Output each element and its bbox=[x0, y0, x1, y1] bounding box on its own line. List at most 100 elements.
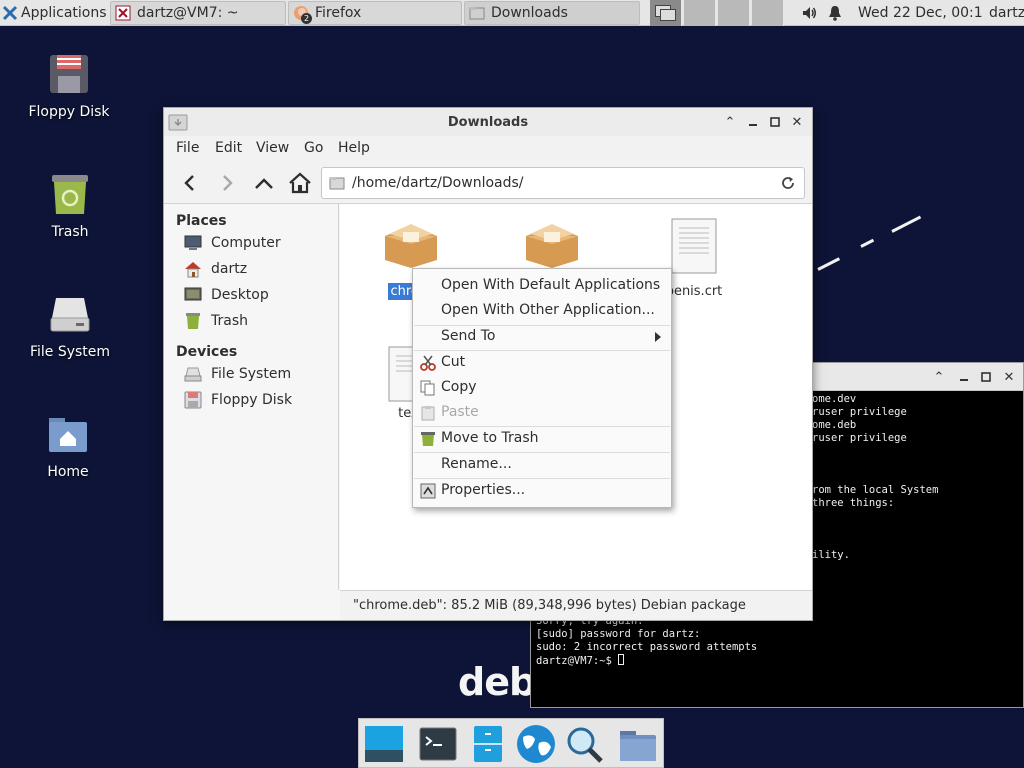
desktop-icon-floppy-disk[interactable]: Floppy Disk bbox=[19, 52, 119, 120]
web-browser-icon[interactable] bbox=[515, 723, 557, 765]
close-button[interactable]: ✕ bbox=[789, 114, 805, 130]
folder-icon[interactable] bbox=[617, 723, 659, 765]
maximize-button[interactable] bbox=[767, 114, 783, 130]
package-icon bbox=[520, 218, 584, 268]
package-icon bbox=[379, 218, 443, 268]
workspace-3[interactable] bbox=[718, 0, 750, 26]
menu-edit[interactable]: Edit bbox=[215, 140, 242, 156]
menu-view[interactable]: View bbox=[256, 140, 289, 156]
wallpaper-dash bbox=[891, 215, 922, 233]
minimize-button[interactable] bbox=[745, 114, 761, 130]
toolbar: /home/dartz/Downloads/ bbox=[164, 162, 812, 204]
volume-icon[interactable] bbox=[800, 1, 818, 25]
folder-icon bbox=[329, 175, 345, 191]
task-title: dartz@VM7: ~ bbox=[137, 5, 239, 21]
sidebar-item-dartz[interactable]: dartz bbox=[184, 258, 247, 280]
menu-item-label: Rename... bbox=[441, 456, 512, 472]
menu-item-label: Open With Default Applications bbox=[441, 277, 661, 293]
window-titlebar[interactable]: Downloads ⌃ ✕ bbox=[164, 108, 812, 136]
sidebar-item-desktop[interactable]: Desktop bbox=[184, 284, 269, 306]
menu-item-label: Properties... bbox=[441, 482, 526, 498]
workspace-4[interactable] bbox=[752, 0, 784, 26]
shade-button[interactable]: ⌃ bbox=[722, 114, 738, 130]
floppy-disk-icon bbox=[184, 391, 202, 409]
trash-icon bbox=[420, 431, 436, 447]
terminal-close-button[interactable]: ✕ bbox=[1001, 369, 1017, 385]
workspace-2[interactable] bbox=[684, 0, 716, 26]
sidebar-item-label: Trash bbox=[211, 313, 248, 329]
terminal-prompt-line[interactable]: dartz@VM7:~$ bbox=[536, 654, 625, 667]
terminal-line: three things: bbox=[812, 497, 895, 509]
menu-go[interactable]: Go bbox=[304, 140, 323, 156]
terminal-maximize-button[interactable] bbox=[978, 369, 994, 385]
file-label: benis.crt bbox=[665, 284, 723, 299]
terminal-cursor bbox=[618, 654, 625, 665]
terminal-prompt: dartz@VM7:~$ bbox=[536, 655, 619, 667]
sidebar-item-trash[interactable]: Trash bbox=[184, 310, 248, 332]
task-downloads[interactable]: Downloads bbox=[464, 1, 640, 25]
menu-item-open-default[interactable]: Open With Default Applications bbox=[414, 274, 670, 298]
location-bar[interactable]: /home/dartz/Downloads/ bbox=[321, 167, 805, 199]
task-terminal[interactable]: dartz@VM7: ~ bbox=[110, 1, 286, 25]
reload-icon[interactable] bbox=[780, 175, 796, 191]
applications-menu-button[interactable]: Applications bbox=[2, 1, 106, 25]
sidebar-item-label: Desktop bbox=[211, 287, 269, 303]
desktop-icon-home[interactable]: Home bbox=[18, 412, 118, 480]
menu-item-open-other[interactable]: Open With Other Application... bbox=[414, 299, 670, 323]
places-heading: Places bbox=[176, 213, 227, 229]
sidebar-item-label: Floppy Disk bbox=[211, 392, 293, 408]
back-button[interactable] bbox=[176, 169, 204, 197]
desktop-icon-label: Floppy Disk bbox=[28, 104, 110, 120]
desktop-icon-trash[interactable]: Trash bbox=[20, 172, 120, 240]
terminal-line: sudo: 2 incorrect password attempts bbox=[536, 641, 758, 653]
workspace-1[interactable] bbox=[650, 0, 682, 26]
menu-item-send-to[interactable]: Send To bbox=[414, 325, 670, 349]
scissors-icon bbox=[420, 355, 436, 371]
terminal-shade-button[interactable]: ⌃ bbox=[931, 369, 947, 385]
parent-folder-button[interactable] bbox=[250, 169, 278, 197]
show-desktop-icon[interactable] bbox=[363, 723, 405, 765]
clock[interactable]: Wed 22 Dec, 00:18 bbox=[858, 1, 982, 25]
terminal-minimize-button[interactable] bbox=[956, 369, 972, 385]
floppy-disk-icon bbox=[47, 52, 91, 96]
file-manager-icon[interactable] bbox=[467, 723, 509, 765]
user-menu[interactable]: dartz bbox=[989, 1, 1024, 25]
sidebar-item-label: File System bbox=[211, 366, 292, 382]
menu-item-label: Copy bbox=[441, 379, 477, 395]
firefox-icon: 2 bbox=[293, 5, 312, 24]
desktop-icon-file-system[interactable]: File System bbox=[20, 292, 120, 360]
forward-button[interactable] bbox=[213, 169, 241, 197]
menu-item-properties[interactable]: Properties... bbox=[414, 479, 670, 503]
text-file-icon bbox=[669, 218, 719, 274]
terminal-icon[interactable] bbox=[417, 723, 459, 765]
terminal-line: ome.dev bbox=[812, 393, 857, 405]
status-bar: "chrome.deb": 85.2 MiB (89,348,996 bytes… bbox=[340, 590, 812, 620]
menu-item-label: Open With Other Application... bbox=[441, 302, 655, 318]
desktop-icon bbox=[184, 286, 202, 304]
menu-help[interactable]: Help bbox=[338, 140, 370, 156]
menu-item-copy[interactable]: Copy bbox=[414, 376, 670, 400]
sidebar-item-file-system[interactable]: File System bbox=[184, 363, 291, 385]
hard-drive-icon bbox=[184, 365, 202, 383]
notification-bell-icon[interactable] bbox=[827, 1, 843, 25]
terminal-line: [sudo] password for dartz: bbox=[536, 628, 701, 640]
task-title: Downloads bbox=[491, 5, 568, 21]
home-button[interactable] bbox=[286, 169, 314, 197]
sidebar-item-computer[interactable]: Computer bbox=[184, 232, 281, 254]
menu-bar: File Edit View Go Help bbox=[164, 136, 812, 162]
menu-item-paste[interactable]: Paste bbox=[414, 401, 670, 425]
dock bbox=[358, 718, 664, 768]
menu-item-move-to-trash[interactable]: Move to Trash bbox=[414, 427, 670, 451]
menu-file[interactable]: File bbox=[176, 140, 199, 156]
sidebar-item-floppy-disk[interactable]: Floppy Disk bbox=[184, 389, 292, 411]
menu-item-cut[interactable]: Cut bbox=[414, 351, 670, 375]
menu-item-rename[interactable]: Rename... bbox=[414, 453, 670, 477]
terminal-line: ruser privilege bbox=[812, 432, 907, 444]
task-firefox[interactable]: 2 Firefox bbox=[288, 1, 462, 25]
menu-item-label: Cut bbox=[441, 354, 466, 370]
desktop-icon-label: Home bbox=[47, 464, 89, 480]
xfce-logo-icon bbox=[2, 5, 18, 21]
terminal-line: ility. bbox=[812, 549, 850, 561]
app-finder-icon[interactable] bbox=[563, 723, 605, 765]
trash-icon bbox=[184, 312, 202, 330]
